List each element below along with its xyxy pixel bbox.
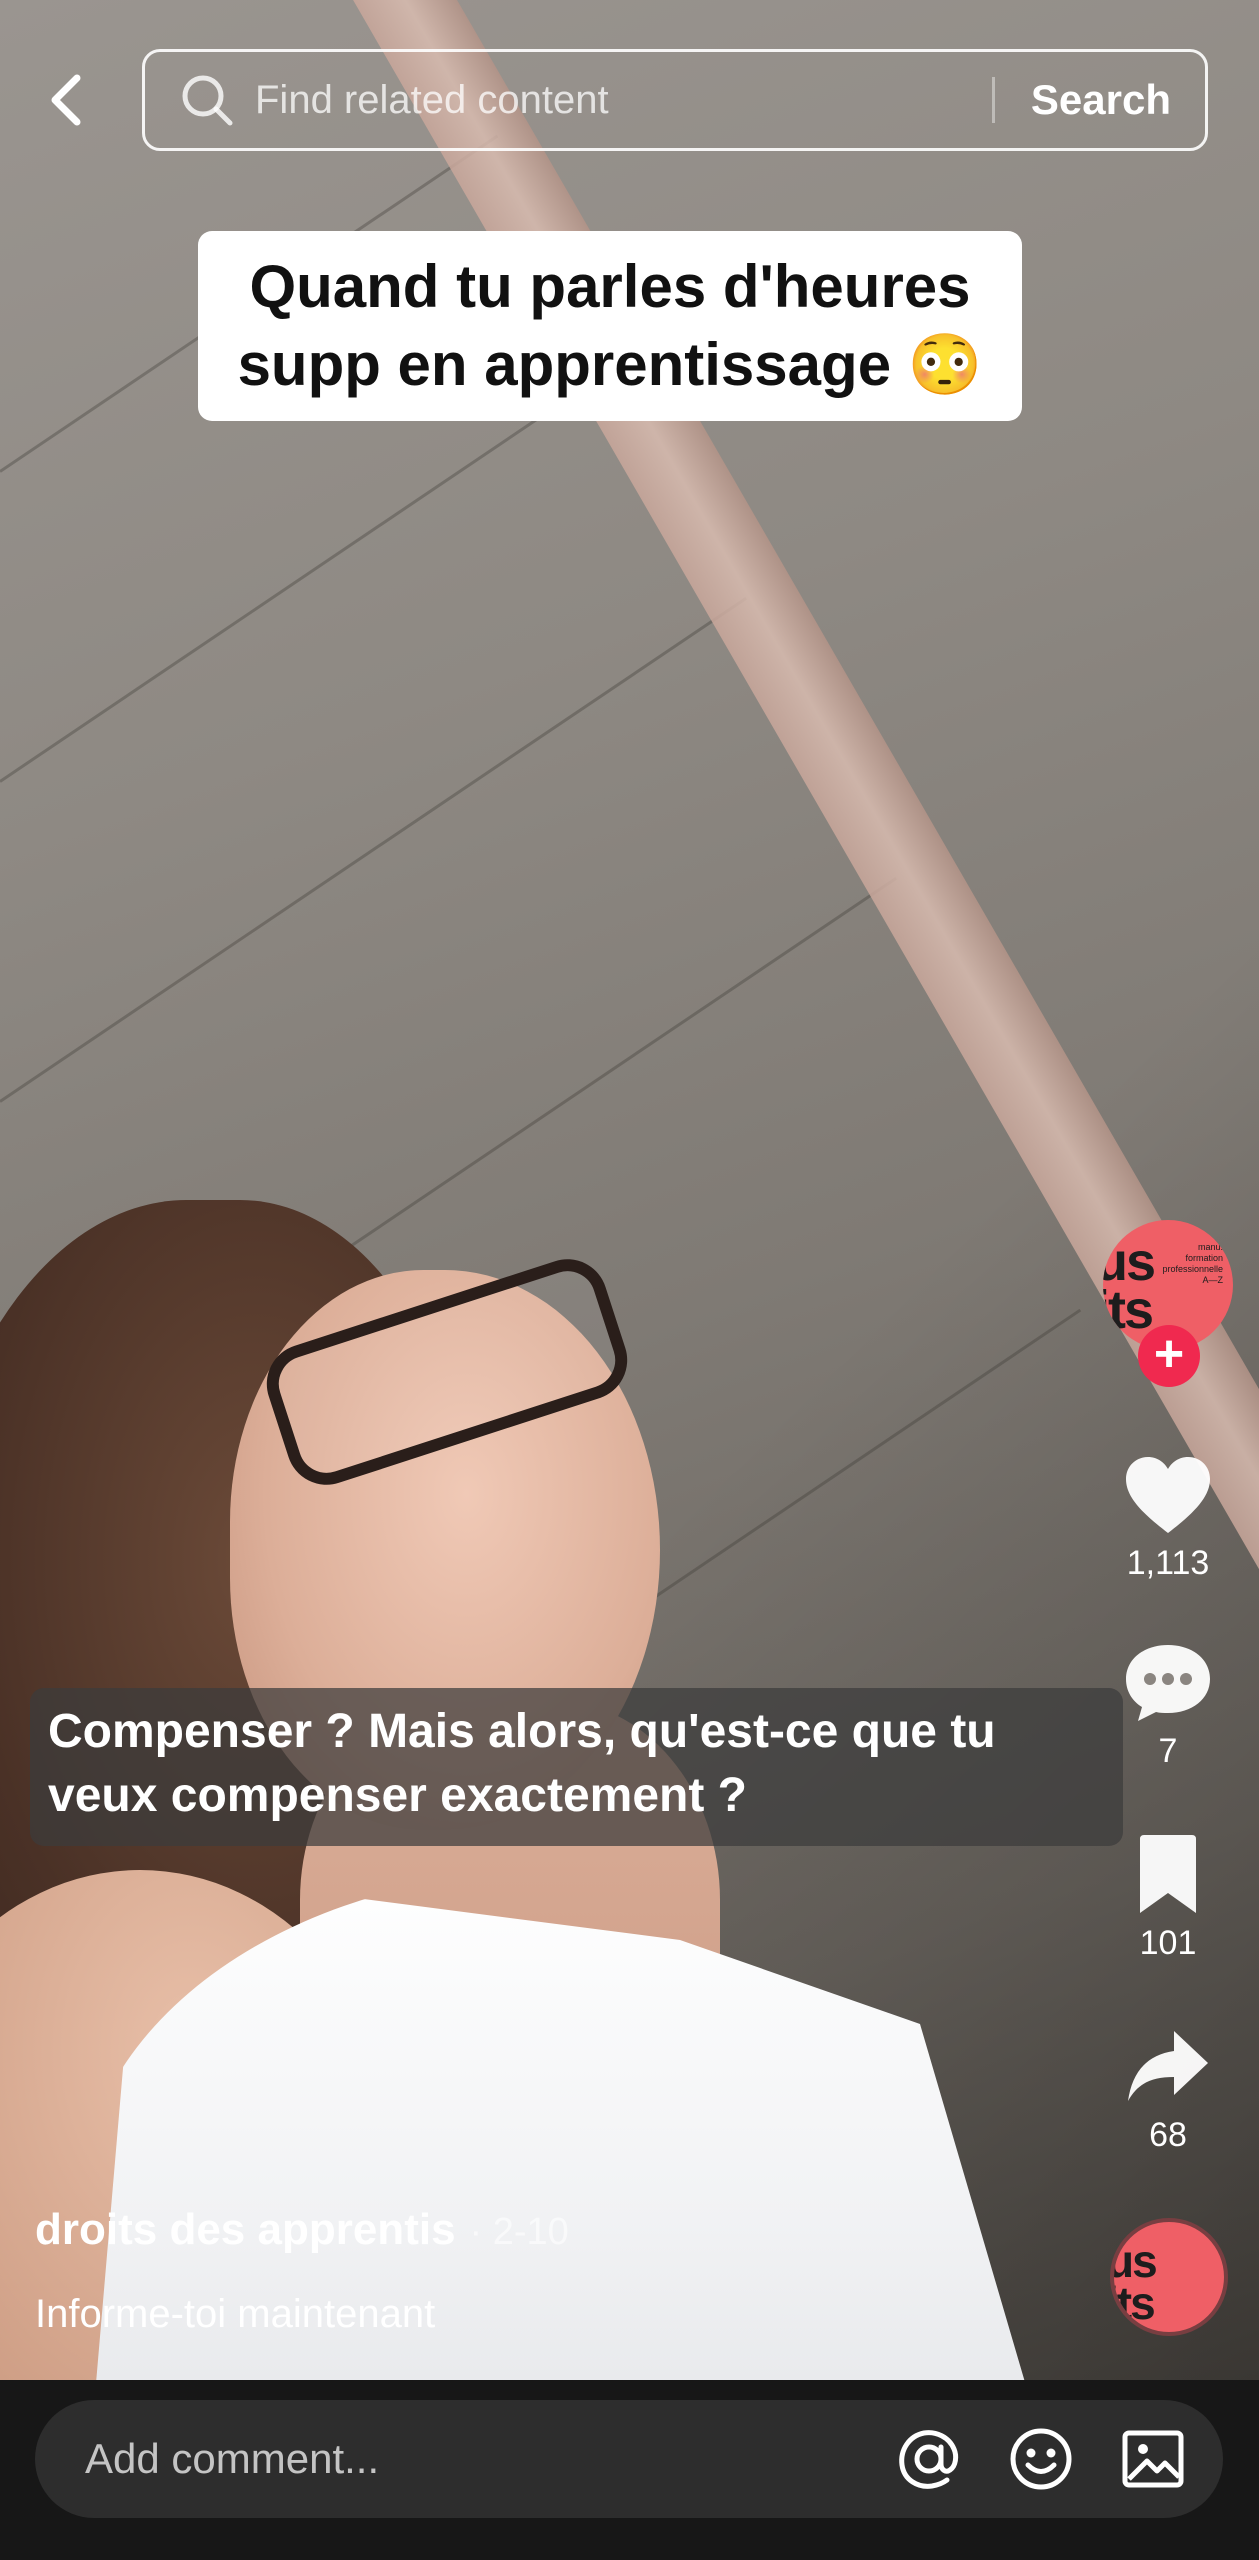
- follow-button[interactable]: +: [1138, 1325, 1200, 1387]
- share-button[interactable]: 68: [1108, 2022, 1228, 2155]
- video-caption-sticker: Quand tu parles d'heures supp en apprent…: [198, 231, 1022, 421]
- subtitle-line-1: Compenser ? Mais alors, qu'est-ce que tu: [48, 1705, 996, 1758]
- save-count: 101: [1139, 1924, 1197, 1962]
- avatar-logo-text: usits: [1103, 1232, 1156, 1340]
- smiley-icon[interactable]: [1001, 2419, 1081, 2499]
- music-disc-logo: us its: [1110, 2235, 1158, 2329]
- at-sign-icon[interactable]: [889, 2419, 969, 2499]
- share-count: 68: [1149, 2116, 1187, 2154]
- comment-count: 7: [1158, 1732, 1178, 1770]
- concrete-texture: [0, 596, 747, 1103]
- music-disc[interactable]: us its: [1110, 2218, 1228, 2336]
- bookmark-icon: [1120, 1830, 1216, 1920]
- avatar-logo-small-text: manu. formation professionnelle A—Z: [1162, 1242, 1223, 1285]
- share-arrow-icon: [1120, 2022, 1216, 2112]
- like-button[interactable]: 1,113: [1108, 1450, 1228, 1583]
- post-description: Informe-toi maintenant: [35, 2292, 436, 2336]
- author-name[interactable]: droits des apprentis: [35, 2205, 456, 2255]
- image-icon[interactable]: [1113, 2419, 1193, 2499]
- author-row: droits des apprentis · 2-10: [35, 2205, 569, 2255]
- video-feed-screen: Find related content Search Quand tu par…: [0, 0, 1259, 2560]
- back-button[interactable]: [30, 60, 100, 140]
- subtitle-line-2: veux compenser exactement ?: [48, 1769, 747, 1822]
- comment-input[interactable]: Add comment...: [35, 2400, 1223, 2518]
- like-count: 1,113: [1126, 1544, 1210, 1582]
- comment-button[interactable]: 7: [1108, 1638, 1228, 1771]
- caption-line-2: supp en apprentissage 😳: [237, 331, 983, 398]
- video-subtitle: Compenser ? Mais alors, qu'est-ce que tu…: [30, 1688, 1123, 1846]
- save-button[interactable]: 101: [1108, 1830, 1228, 1963]
- search-input[interactable]: Find related content: [255, 78, 992, 123]
- comment-bubble-icon: [1120, 1638, 1216, 1728]
- post-date: · 2-10: [469, 2211, 569, 2253]
- caption-line-1: Quand tu parles d'heures: [249, 253, 971, 320]
- chevron-left-icon: [51, 74, 81, 126]
- search-icon: [179, 72, 235, 128]
- heart-icon: [1120, 1450, 1216, 1540]
- search-button[interactable]: Search: [995, 76, 1205, 124]
- search-bar[interactable]: Find related content Search: [142, 49, 1208, 151]
- comment-placeholder[interactable]: Add comment...: [85, 2435, 889, 2483]
